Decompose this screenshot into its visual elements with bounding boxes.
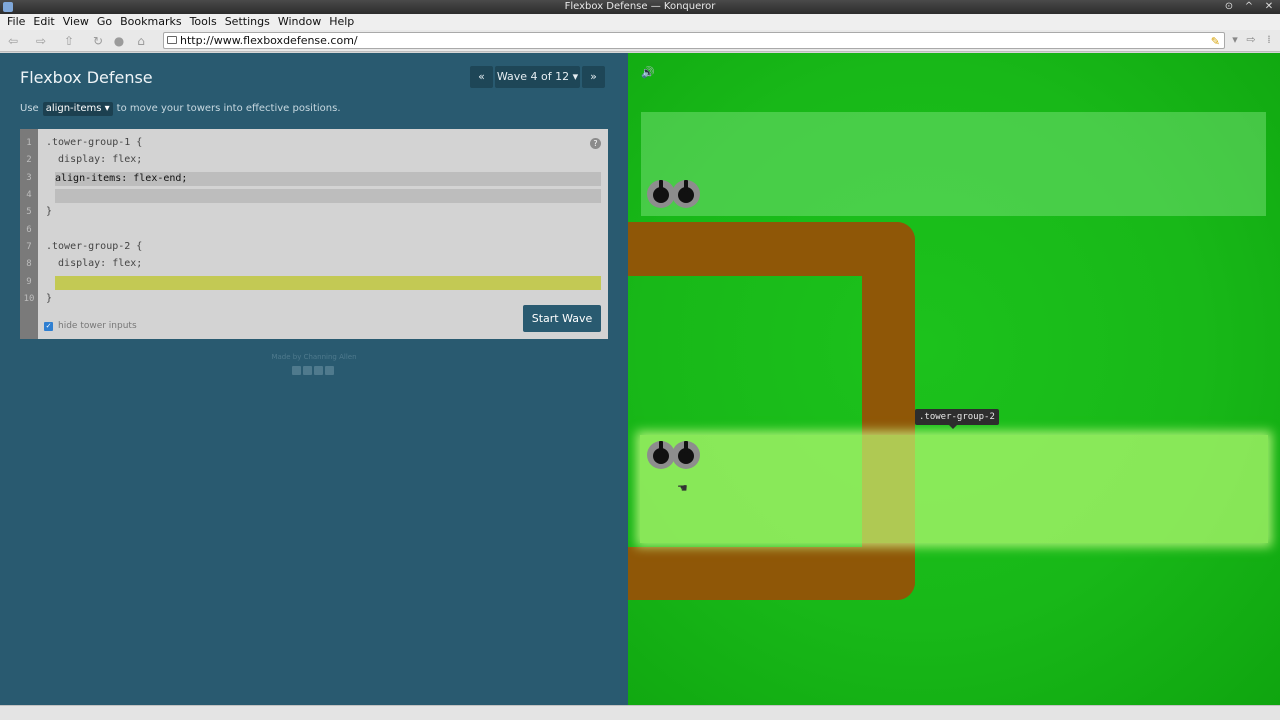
- facebook-icon[interactable]: [292, 366, 301, 375]
- hide-tower-inputs-toggle[interactable]: ✓ hide tower inputs: [44, 321, 137, 331]
- game-board: 🔊 .tower-group-2 ☚: [628, 53, 1280, 705]
- tower: [672, 441, 700, 469]
- page-icon: [167, 36, 177, 44]
- tower-group-1-input-2[interactable]: [55, 189, 601, 203]
- linkedin-icon[interactable]: [314, 366, 323, 375]
- next-wave-button[interactable]: »: [582, 66, 605, 88]
- property-dropdown[interactable]: align-items ▾: [42, 102, 113, 116]
- hide-tower-inputs-checkbox[interactable]: ✓: [44, 321, 53, 331]
- url-history-dropdown-icon[interactable]: ▾: [1228, 33, 1242, 47]
- forward-icon[interactable]: ⇨: [32, 33, 50, 49]
- menu-file[interactable]: File: [3, 14, 29, 30]
- code-line: }: [46, 293, 53, 304]
- code-line: .tower-group-2 {: [46, 241, 143, 252]
- instruction-suffix: to move your towers into effective posit…: [116, 103, 341, 114]
- window-controls: ⊙ ^ ✕: [1222, 1, 1276, 13]
- hand-cursor-icon: ☚: [677, 481, 688, 495]
- line-number: 6: [26, 225, 32, 235]
- wave-navigation: « Wave 4 of 12 ▾ »: [470, 66, 605, 88]
- page-title: Flexbox Defense: [20, 68, 153, 87]
- line-number: 10: [23, 294, 35, 304]
- window-close-icon[interactable]: ✕: [1262, 1, 1276, 13]
- tower-group-1-zone: [641, 112, 1266, 216]
- wave-select-dropdown[interactable]: Wave 4 of 12 ▾: [495, 66, 580, 88]
- twitter-icon[interactable]: [303, 366, 312, 375]
- activity-icon: ⁞: [1267, 33, 1271, 46]
- home-icon[interactable]: ⌂: [132, 33, 150, 49]
- previous-wave-button[interactable]: «: [470, 66, 493, 88]
- line-number: 7: [26, 242, 32, 252]
- enemy-path-vertical: [862, 222, 915, 600]
- menubar: File Edit View Go Bookmarks Tools Settin…: [0, 14, 1280, 30]
- window-title: Flexbox Defense — Konqueror: [564, 1, 716, 12]
- github-icon[interactable]: [325, 366, 334, 375]
- menu-view[interactable]: View: [59, 14, 93, 30]
- menu-window[interactable]: Window: [274, 14, 325, 30]
- menu-go[interactable]: Go: [93, 14, 116, 30]
- instruction-text: Use align-items ▾ to move your towers in…: [20, 101, 341, 117]
- line-number: 2: [26, 155, 32, 165]
- start-wave-button[interactable]: Start Wave: [523, 305, 601, 332]
- code-line: }: [46, 206, 53, 217]
- instructions-panel: Flexbox Defense « Wave 4 of 12 ▾ » Use a…: [0, 53, 628, 705]
- back-icon[interactable]: ⇦: [4, 33, 22, 49]
- line-number: 1: [26, 138, 32, 148]
- code-line: .tower-group-1 {: [46, 137, 143, 148]
- menu-settings[interactable]: Settings: [221, 14, 274, 30]
- window-titlebar: Flexbox Defense — Konqueror ⊙ ^ ✕: [0, 0, 1280, 14]
- browser-toolbar: ⇦ ⇨ ⇧ ↻ ● ⌂ http://www.flexboxdefense.co…: [0, 30, 1280, 52]
- clear-url-icon[interactable]: ✎: [1211, 34, 1220, 49]
- code-line: display: flex;: [46, 258, 143, 269]
- window-maximize-icon[interactable]: ^: [1242, 1, 1256, 13]
- reload-icon[interactable]: ↻: [89, 33, 107, 49]
- hide-tower-inputs-label: hide tower inputs: [58, 321, 137, 331]
- css-code-editor: 1 2 3 4 5 6 7 8 9 10 .tower-group-1 { di…: [20, 129, 608, 339]
- tower: [672, 180, 700, 208]
- tower-group-1-input-1[interactable]: align-items: flex-end;: [55, 172, 601, 186]
- window-keep-above-icon[interactable]: ⊙: [1222, 1, 1236, 13]
- menu-help[interactable]: Help: [325, 14, 358, 30]
- help-icon[interactable]: ?: [590, 138, 601, 149]
- tower: [647, 441, 675, 469]
- tower-group-2-input[interactable]: [55, 276, 601, 290]
- tower-group-2-zone: [640, 435, 1268, 543]
- tower-group-2-label: .tower-group-2: [915, 409, 999, 429]
- menu-edit[interactable]: Edit: [29, 14, 58, 30]
- code-line: display: flex;: [46, 154, 143, 165]
- menu-tools[interactable]: Tools: [186, 14, 221, 30]
- konqueror-app-icon: [3, 2, 13, 12]
- stop-icon[interactable]: ●: [110, 33, 128, 49]
- go-icon[interactable]: ⇨: [1244, 33, 1258, 47]
- line-number: 4: [26, 190, 32, 200]
- instruction-prefix: Use: [20, 103, 39, 114]
- line-number: 5: [26, 207, 32, 217]
- url-input[interactable]: http://www.flexboxdefense.com/ ✎: [163, 32, 1225, 49]
- line-number: 3: [26, 173, 32, 183]
- line-number: 8: [26, 259, 32, 269]
- enemy-path-bottom: [628, 547, 915, 600]
- status-bar: [0, 705, 1280, 720]
- url-text: http://www.flexboxdefense.com/: [180, 34, 358, 47]
- line-number: 9: [26, 277, 32, 287]
- tower: [647, 180, 675, 208]
- menu-bookmarks[interactable]: Bookmarks: [116, 14, 185, 30]
- sound-icon[interactable]: 🔊: [641, 66, 655, 79]
- up-icon[interactable]: ⇧: [60, 33, 78, 49]
- social-links: [292, 366, 334, 375]
- credit-text: Made by Channing Allen: [271, 353, 357, 361]
